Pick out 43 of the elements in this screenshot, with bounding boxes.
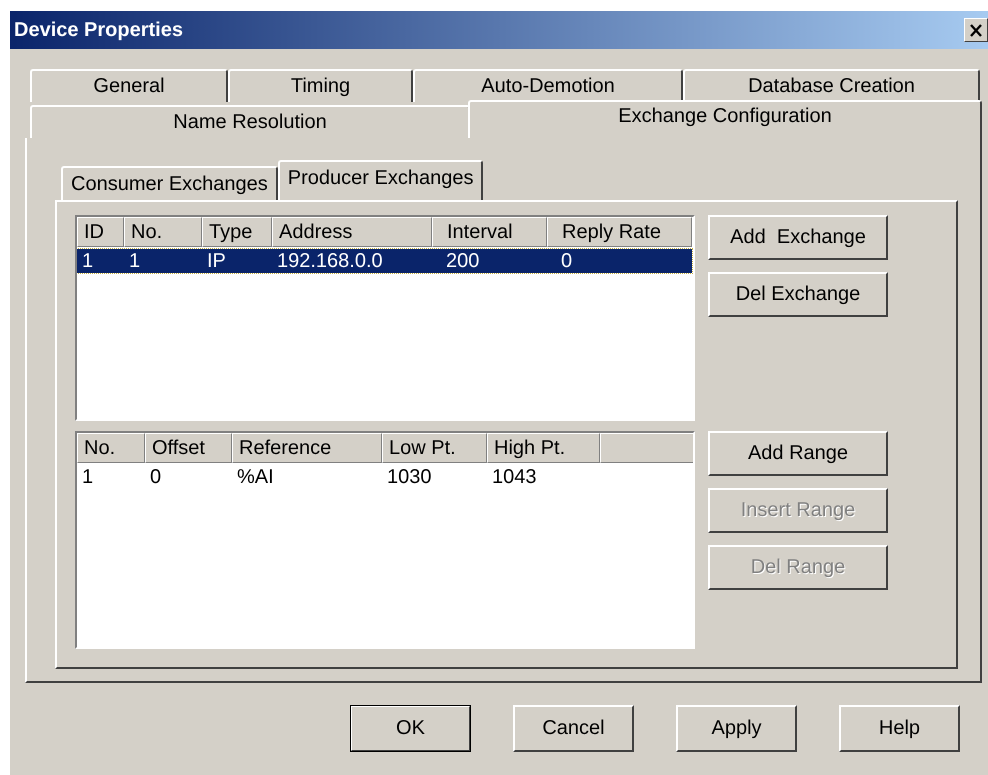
table-cell-text: 1 [128,250,142,272]
table-cell-text: 1030 [386,466,432,488]
column-header[interactable]: Low Pt. [382,433,487,463]
dialog-button[interactable]: Cancel [513,705,634,752]
tab[interactable]: Name Resolution [30,105,470,138]
column-header[interactable]: No. [124,217,202,247]
tab[interactable]: General [30,69,228,102]
tab[interactable]: Exchange Configuration [468,100,982,138]
table-cell-text: 1043 [491,466,538,488]
dialog-button[interactable]: OK [350,705,471,752]
dialog-button[interactable]: Help [839,705,960,752]
table-cell-text: 1 [81,466,94,488]
table-cell-text: 192.168.0.0 [276,250,384,272]
tab[interactable]: Auto-Demotion [413,69,683,102]
column-header[interactable]: Reference [232,433,382,463]
table-cell-text: IP [206,250,227,272]
column-header[interactable]: ID [77,217,124,247]
table-cell-text: 200 [445,250,480,272]
column-header[interactable]: Type [202,217,272,247]
tab[interactable]: Producer Exchanges [278,160,484,200]
action-button[interactable]: Add Exchange [708,215,888,260]
table-cell-text: %AI [236,466,275,488]
column-header[interactable] [600,433,693,463]
table-row[interactable]: 1 0 %AI 1030 1043 [77,465,600,489]
close-button[interactable] [964,18,988,42]
table-cell-text: 0 [149,466,162,488]
column-header[interactable]: Interval [432,217,547,247]
column-header[interactable]: Address [272,217,432,247]
action-button[interactable]: Add Range [708,431,888,476]
column-header[interactable]: Offset [145,433,232,463]
dialog-button[interactable]: Apply [676,705,797,752]
tab[interactable]: Database Creation [683,69,980,102]
column-header[interactable]: High Pt. [487,433,600,463]
tab[interactable]: Consumer Exchanges [61,166,278,200]
table-cell-text: 1 [81,250,94,272]
column-header[interactable]: Reply Rate [547,217,692,247]
tab[interactable]: Timing [228,69,413,102]
window-title: Device Properties [14,18,183,42]
table-cell-text: 0 [560,250,574,272]
table-row[interactable]: 1 1 IP 192.168.0.0 200 0 [77,249,692,273]
action-button[interactable]: Del Exchange [708,272,888,317]
column-header[interactable]: No. [77,433,145,463]
close-icon [969,24,983,36]
